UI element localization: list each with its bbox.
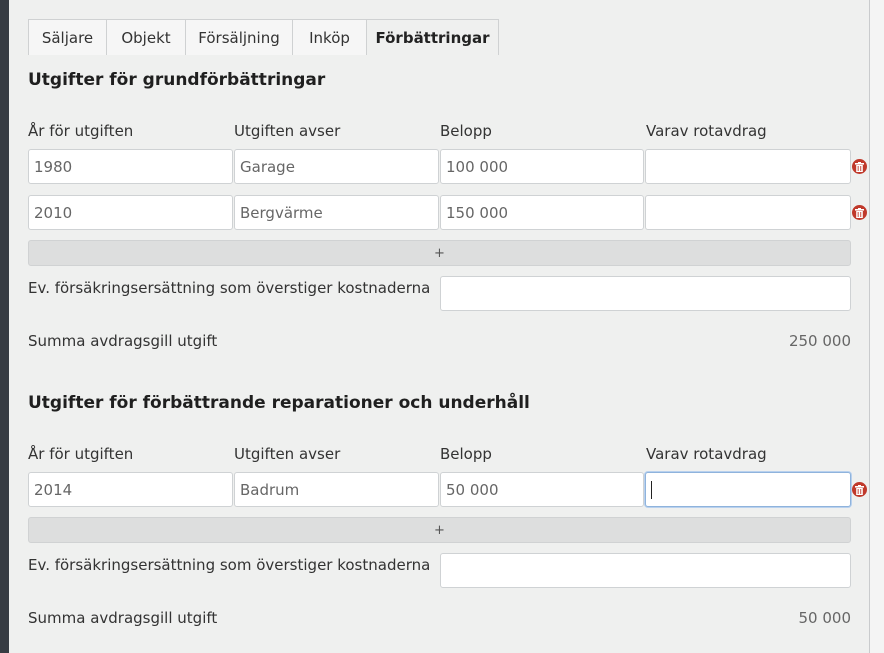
description-input[interactable]: Badrum bbox=[234, 472, 439, 507]
year-input[interactable]: 1980 bbox=[28, 149, 233, 184]
sum-value: 250 000 bbox=[788, 332, 851, 350]
column-label-amount: Belopp bbox=[440, 122, 492, 140]
year-input[interactable]: 2010 bbox=[28, 195, 233, 230]
sum-value: 50 000 bbox=[798, 609, 852, 627]
description-input[interactable]: Garage bbox=[234, 149, 439, 184]
section-title-grundforbattringar: Utgifter för grundförbättringar bbox=[28, 70, 326, 90]
tab-forbattringar[interactable]: Förbättringar bbox=[366, 19, 499, 55]
tab-inkop[interactable]: Inköp bbox=[292, 19, 367, 55]
column-label-rot: Varav rotavdrag bbox=[646, 122, 767, 140]
tab-objekt[interactable]: Objekt bbox=[106, 19, 186, 55]
text-caret bbox=[651, 480, 652, 499]
add-row-button[interactable]: + bbox=[28, 517, 851, 543]
description-input[interactable]: Bergvärme bbox=[234, 195, 439, 230]
column-label-amount: Belopp bbox=[440, 445, 492, 463]
section-title-reparationer: Utgifter för förbättrande reparationer o… bbox=[28, 393, 530, 413]
sum-label: Summa avdragsgill utgift bbox=[28, 609, 218, 627]
amount-input[interactable]: 150 000 bbox=[440, 195, 644, 230]
year-input[interactable]: 2014 bbox=[28, 472, 233, 507]
trash-icon[interactable] bbox=[852, 159, 867, 174]
tab-forsaljning[interactable]: Försäljning bbox=[185, 19, 293, 55]
insurance-label: Ev. försäkringsersättning som överstiger… bbox=[28, 556, 431, 574]
amount-input[interactable]: 50 000 bbox=[440, 472, 644, 507]
rot-input[interactable] bbox=[645, 195, 851, 230]
right-gutter bbox=[870, 0, 884, 653]
insurance-input[interactable] bbox=[440, 276, 851, 311]
rot-input[interactable] bbox=[645, 149, 851, 184]
column-label-year: År för utgiften bbox=[28, 445, 134, 463]
tab-saljare[interactable]: Säljare bbox=[28, 19, 107, 55]
insurance-input[interactable] bbox=[440, 553, 851, 588]
column-label-rot: Varav rotavdrag bbox=[646, 445, 767, 463]
column-label-year: År för utgiften bbox=[28, 122, 134, 140]
column-label-description: Utgiften avser bbox=[234, 122, 341, 140]
add-row-button[interactable]: + bbox=[28, 240, 851, 266]
rot-input-focused[interactable] bbox=[645, 472, 851, 507]
insurance-label: Ev. försäkringsersättning som överstiger… bbox=[28, 279, 431, 297]
trash-icon[interactable] bbox=[852, 205, 867, 220]
trash-icon[interactable] bbox=[852, 482, 867, 497]
sum-label: Summa avdragsgill utgift bbox=[28, 332, 218, 350]
column-label-description: Utgiften avser bbox=[234, 445, 341, 463]
amount-input[interactable]: 100 000 bbox=[440, 149, 644, 184]
left-sidebar-strip bbox=[0, 0, 9, 653]
